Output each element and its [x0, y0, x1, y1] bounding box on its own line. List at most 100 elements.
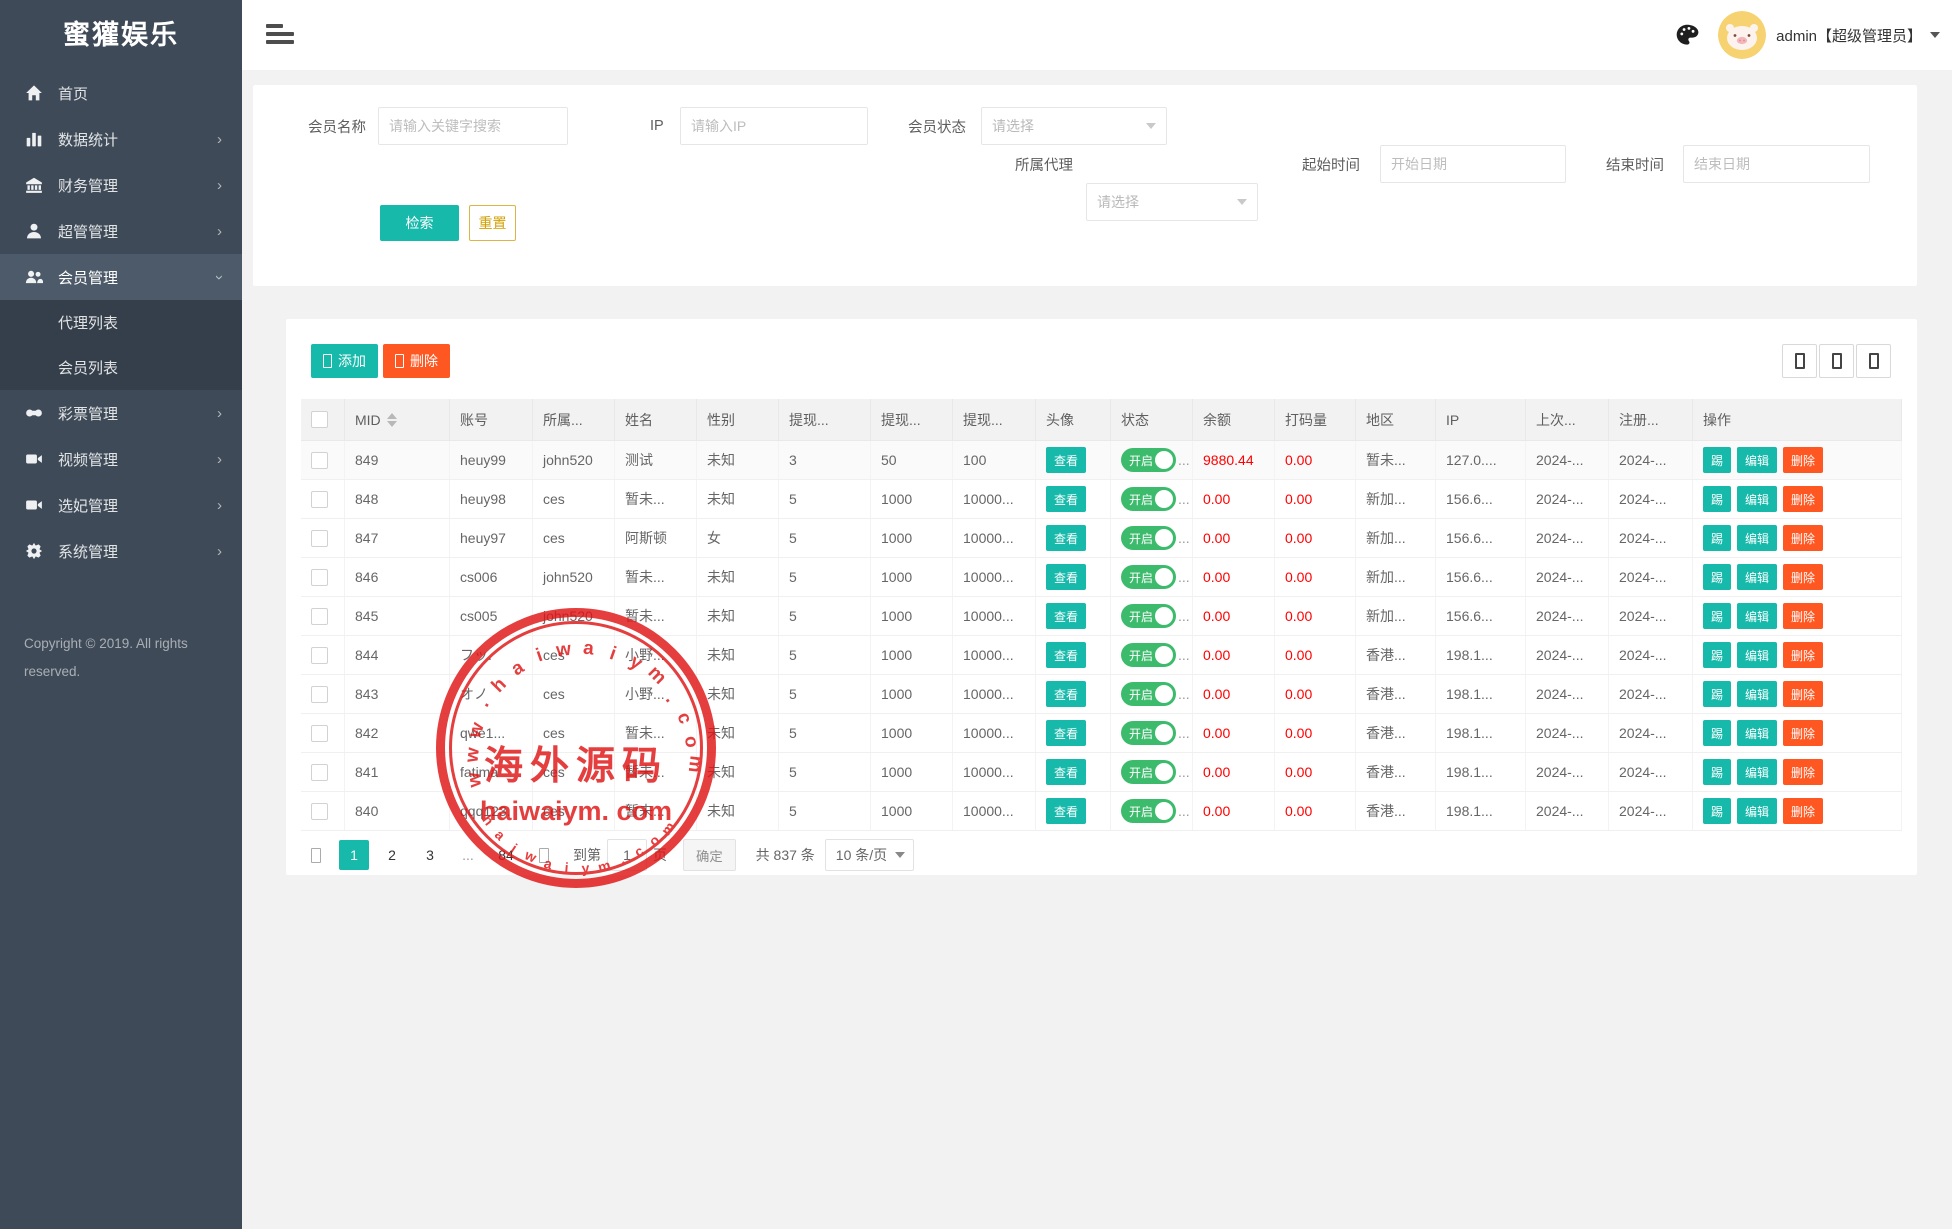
avatar[interactable] — [1718, 11, 1766, 59]
delete-row-button[interactable]: 删除 — [1783, 486, 1823, 512]
sidebar-item-system[interactable]: 系统管理› — [0, 528, 242, 574]
edit-button[interactable]: 编辑 — [1737, 447, 1777, 473]
chevron-down-icon[interactable] — [1930, 32, 1940, 38]
edit-button[interactable]: 编辑 — [1737, 681, 1777, 707]
row-checkbox[interactable] — [311, 647, 328, 664]
prev-page-icon[interactable] — [301, 840, 331, 870]
edit-button[interactable]: 编辑 — [1737, 603, 1777, 629]
start-date-input[interactable] — [1380, 145, 1566, 183]
ip-input[interactable] — [680, 107, 868, 145]
sidebar-item-superadmin[interactable]: 超管管理› — [0, 208, 242, 254]
theme-palette-icon[interactable] — [1674, 22, 1700, 48]
status-toggle[interactable]: 开启 — [1121, 565, 1176, 589]
page-jump-input[interactable] — [607, 839, 647, 871]
sidebar-item-lottery[interactable]: 彩票管理› — [0, 390, 242, 436]
row-checkbox[interactable] — [311, 569, 328, 586]
kick-button[interactable]: 踢 — [1703, 564, 1731, 590]
member-status-select[interactable]: 请选择 — [981, 107, 1167, 145]
edit-button[interactable]: 编辑 — [1737, 564, 1777, 590]
member-name-input[interactable] — [378, 107, 568, 145]
kick-button[interactable]: 踢 — [1703, 486, 1731, 512]
edit-button[interactable]: 编辑 — [1737, 798, 1777, 824]
search-button[interactable]: 检索 — [380, 205, 459, 241]
row-checkbox[interactable] — [311, 491, 328, 508]
admin-menu[interactable]: admin【超级管理员】 — [1776, 25, 1922, 46]
kick-button[interactable]: 踢 — [1703, 525, 1731, 551]
next-page-icon[interactable] — [529, 840, 559, 870]
edit-button[interactable]: 编辑 — [1737, 486, 1777, 512]
delete-row-button[interactable]: 删除 — [1783, 603, 1823, 629]
edit-button[interactable]: 编辑 — [1737, 525, 1777, 551]
sidebar-item-stats[interactable]: 数据统计› — [0, 116, 242, 162]
view-avatar-button[interactable]: 查看 — [1046, 798, 1086, 824]
row-checkbox[interactable] — [311, 764, 328, 781]
view-avatar-button[interactable]: 查看 — [1046, 564, 1086, 590]
page-number[interactable]: 1 — [339, 840, 369, 870]
row-checkbox[interactable] — [311, 452, 328, 469]
delete-row-button[interactable]: 删除 — [1783, 564, 1823, 590]
view-avatar-button[interactable]: 查看 — [1046, 759, 1086, 785]
kick-button[interactable]: 踢 — [1703, 759, 1731, 785]
page-number[interactable]: 84 — [491, 840, 521, 870]
status-toggle[interactable]: 开启 — [1121, 799, 1176, 823]
view-avatar-button[interactable]: 查看 — [1046, 681, 1086, 707]
edit-button[interactable]: 编辑 — [1737, 642, 1777, 668]
page-number[interactable]: 2 — [377, 840, 407, 870]
status-toggle[interactable]: 开启 — [1121, 760, 1176, 784]
table-print-icon-button[interactable] — [1856, 344, 1891, 378]
view-avatar-button[interactable]: 查看 — [1046, 720, 1086, 746]
delete-row-button[interactable]: 删除 — [1783, 759, 1823, 785]
delete-button[interactable]: 删除 — [383, 344, 450, 378]
status-toggle[interactable]: 开启 — [1121, 643, 1176, 667]
kick-button[interactable]: 踢 — [1703, 720, 1731, 746]
menu-toggle-icon[interactable] — [266, 24, 296, 46]
sidebar-item-members[interactable]: 会员管理› — [0, 254, 242, 300]
delete-row-button[interactable]: 删除 — [1783, 681, 1823, 707]
table-export-icon-button[interactable] — [1819, 344, 1854, 378]
select-all-checkbox[interactable] — [311, 411, 328, 428]
sidebar-item-finance[interactable]: 财务管理› — [0, 162, 242, 208]
view-avatar-button[interactable]: 查看 — [1046, 486, 1086, 512]
kick-button[interactable]: 踢 — [1703, 642, 1731, 668]
sort-icon[interactable] — [387, 413, 397, 427]
edit-button[interactable]: 编辑 — [1737, 759, 1777, 785]
reset-button[interactable]: 重置 — [469, 205, 516, 241]
table-filter-icon-button[interactable] — [1782, 344, 1817, 378]
status-toggle[interactable]: 开启 — [1121, 526, 1176, 550]
view-avatar-button[interactable]: 查看 — [1046, 642, 1086, 668]
status-toggle[interactable]: 开启 — [1121, 487, 1176, 511]
add-button[interactable]: 添加 — [311, 344, 378, 378]
status-toggle[interactable]: 开启 — [1121, 448, 1176, 472]
delete-row-button[interactable]: 删除 — [1783, 525, 1823, 551]
status-toggle[interactable]: 开启 — [1121, 604, 1176, 628]
sidebar-item-member-list[interactable]: 会员列表 — [0, 345, 242, 390]
page-number[interactable]: 3 — [415, 840, 445, 870]
row-checkbox[interactable] — [311, 725, 328, 742]
row-checkbox[interactable] — [311, 530, 328, 547]
sidebar-item-home[interactable]: 首页 — [0, 70, 242, 116]
status-toggle[interactable]: 开启 — [1121, 682, 1176, 706]
agent-select[interactable]: 请选择 — [1086, 183, 1258, 221]
end-date-input[interactable] — [1683, 145, 1870, 183]
sidebar-item-concubine[interactable]: 选妃管理› — [0, 482, 242, 528]
kick-button[interactable]: 踢 — [1703, 798, 1731, 824]
kick-button[interactable]: 踢 — [1703, 681, 1731, 707]
kick-button[interactable]: 踢 — [1703, 447, 1731, 473]
edit-button[interactable]: 编辑 — [1737, 720, 1777, 746]
view-avatar-button[interactable]: 查看 — [1046, 525, 1086, 551]
per-page-select[interactable]: 10 条/页 — [825, 839, 914, 871]
view-avatar-button[interactable]: 查看 — [1046, 603, 1086, 629]
view-avatar-button[interactable]: 查看 — [1046, 447, 1086, 473]
row-checkbox[interactable] — [311, 686, 328, 703]
status-toggle[interactable]: 开启 — [1121, 721, 1176, 745]
delete-row-button[interactable]: 删除 — [1783, 798, 1823, 824]
confirm-button[interactable]: 确定 — [683, 839, 736, 871]
delete-row-button[interactable]: 删除 — [1783, 447, 1823, 473]
delete-row-button[interactable]: 删除 — [1783, 720, 1823, 746]
delete-row-button[interactable]: 删除 — [1783, 642, 1823, 668]
sidebar-item-video[interactable]: 视频管理› — [0, 436, 242, 482]
row-checkbox[interactable] — [311, 608, 328, 625]
kick-button[interactable]: 踢 — [1703, 603, 1731, 629]
row-checkbox[interactable] — [311, 803, 328, 820]
sidebar-item-agent-list[interactable]: 代理列表 — [0, 300, 242, 345]
